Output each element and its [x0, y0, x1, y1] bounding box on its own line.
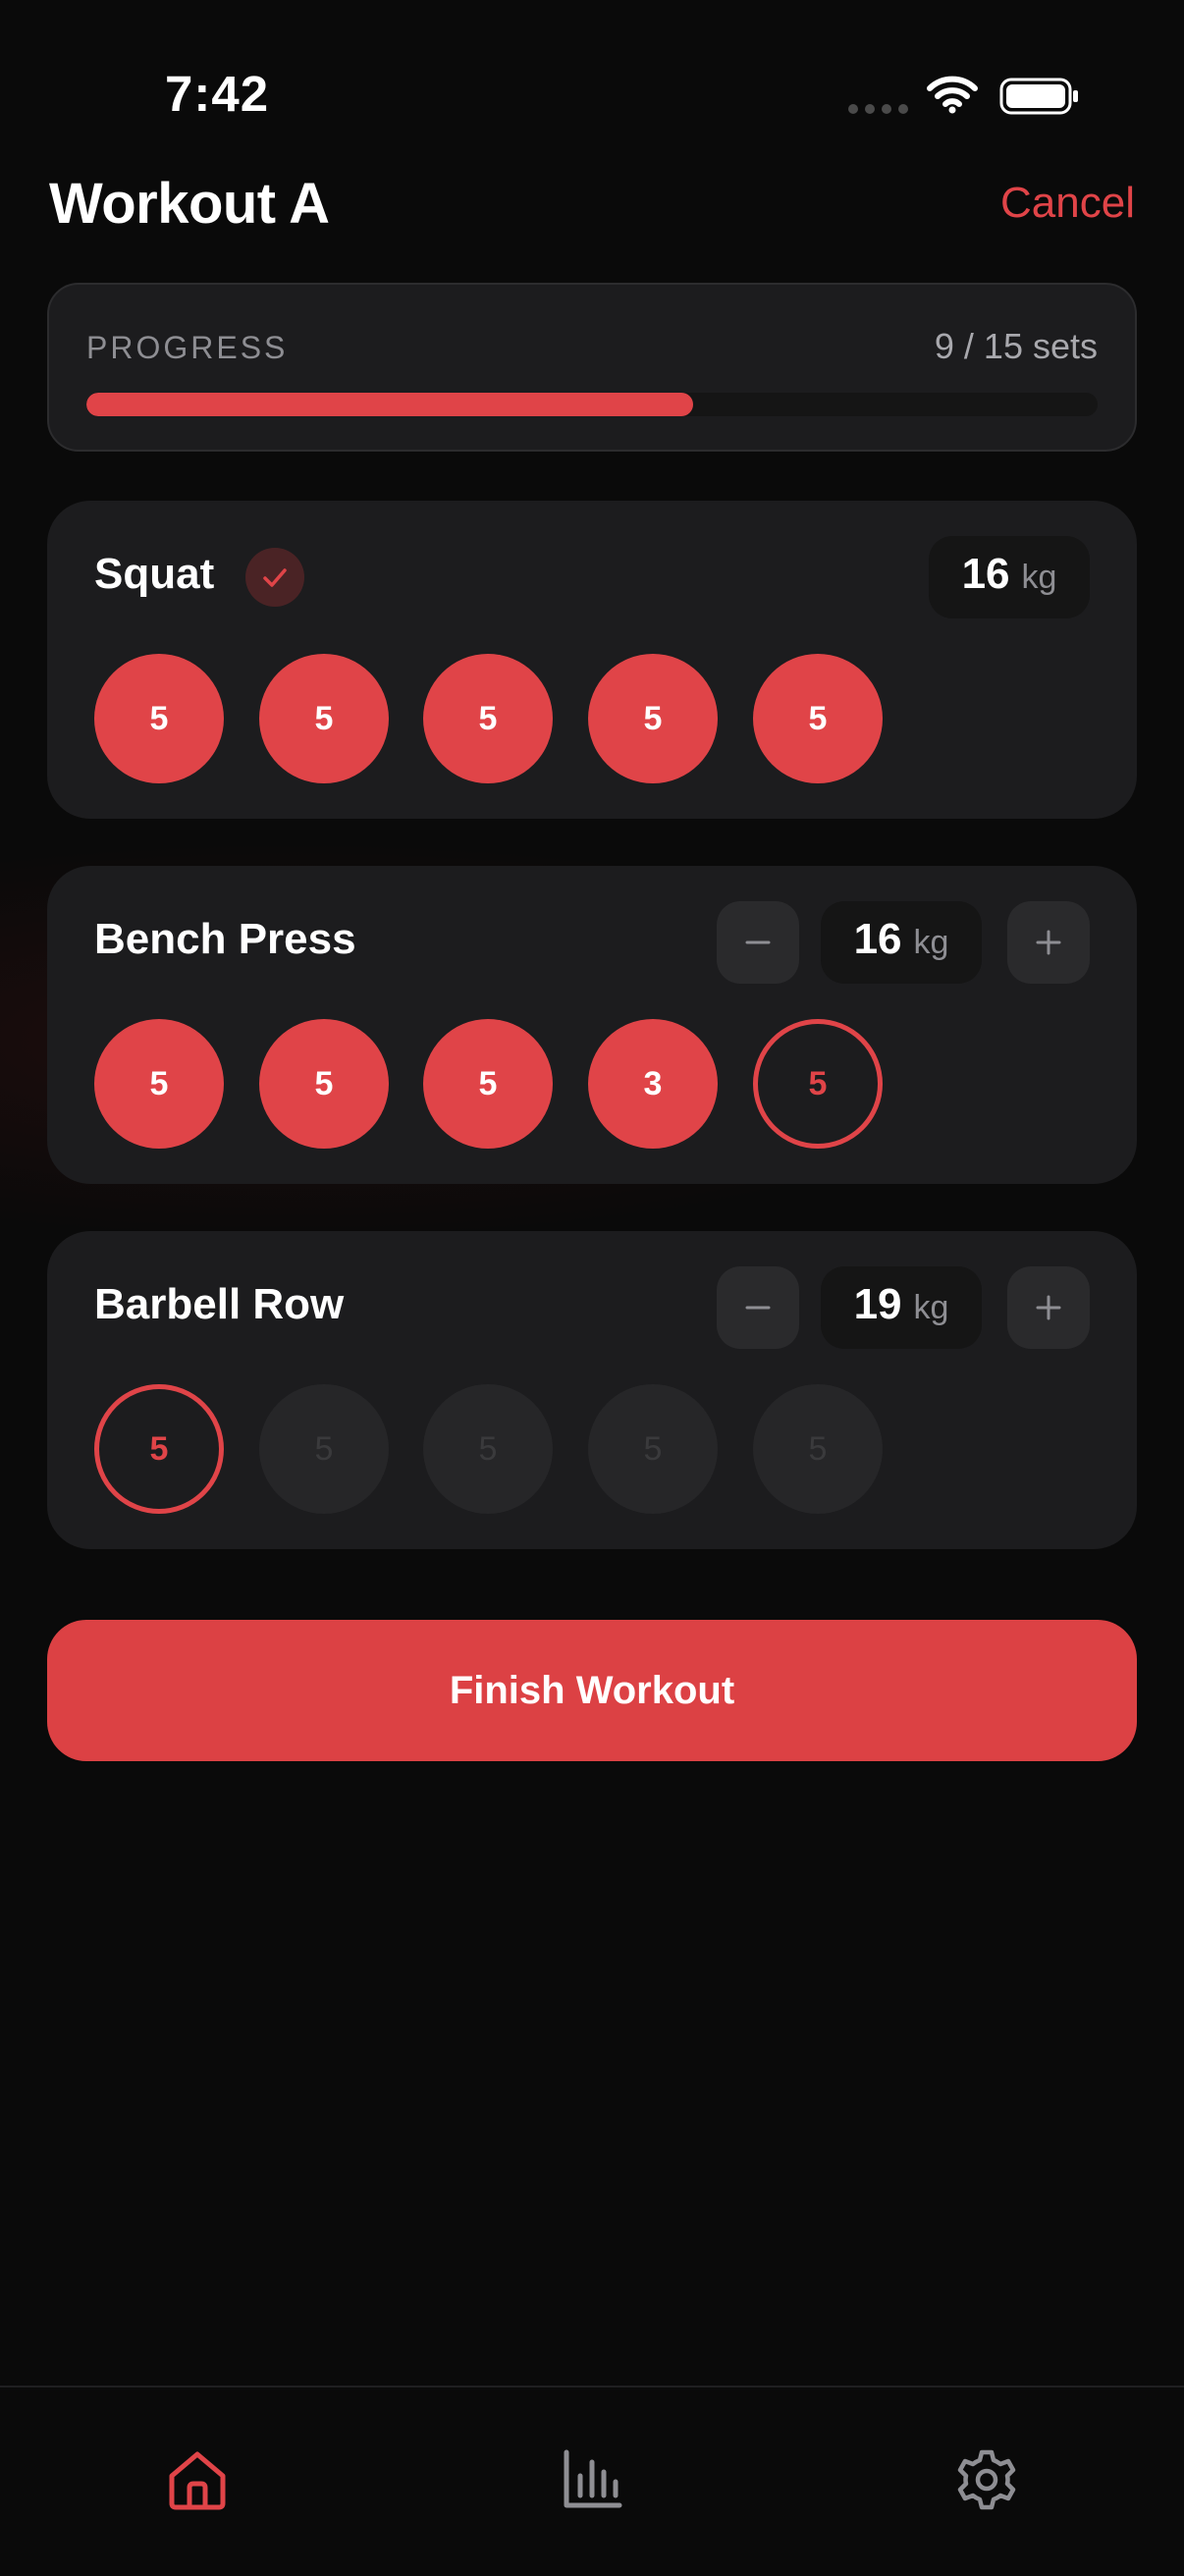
set-circle[interactable]: 5	[94, 1384, 224, 1514]
weight-unit: kg	[913, 1289, 949, 1326]
set-circle[interactable]: 5	[259, 654, 389, 783]
exercise-card-squat: Squat 16 kg 5 5 5 5 5	[47, 501, 1137, 819]
increase-weight-button[interactable]	[1007, 1266, 1090, 1349]
home-icon	[169, 2451, 226, 2510]
status-bar: 7:42	[0, 0, 1184, 167]
status-time: 7:42	[165, 66, 270, 122]
progress-label: PROGRESS	[86, 330, 289, 365]
set-circle[interactable]: 5	[753, 1384, 883, 1514]
wifi-icon	[927, 76, 978, 114]
increase-weight-button[interactable]	[1007, 901, 1090, 984]
set-circle[interactable]: 5	[94, 1019, 224, 1149]
cancel-button[interactable]: Cancel	[1000, 179, 1135, 228]
minus-icon	[745, 940, 771, 944]
gear-icon	[957, 2449, 1016, 2510]
bar-chart-icon	[564, 2449, 622, 2508]
weight-unit: kg	[913, 924, 949, 961]
set-circle[interactable]: 5	[588, 654, 718, 783]
progress-card: PROGRESS 9 / 15 sets	[47, 283, 1137, 452]
weight-unit: kg	[1021, 559, 1057, 596]
finish-workout-button[interactable]: Finish Workout	[47, 1620, 1137, 1761]
set-circle[interactable]: 5	[423, 654, 553, 783]
progress-fill	[86, 393, 693, 416]
checkmark-icon	[263, 568, 287, 587]
progress-track	[86, 393, 1098, 416]
exercise-name: Bench Press	[94, 915, 356, 963]
tab-stats[interactable]	[553, 2441, 631, 2519]
set-circle[interactable]: 5	[423, 1384, 553, 1514]
exercise-card-bench-press: Bench Press 16 kg 5 5 5 3 5	[47, 866, 1137, 1184]
exercise-name: Barbell Row	[94, 1280, 345, 1328]
exercise-card-barbell-row: Barbell Row 19 kg 5 5 5 5 5	[47, 1231, 1137, 1549]
weight-value: 16	[961, 550, 1010, 598]
tab-bar	[0, 2386, 1184, 2576]
weight-value: 16	[853, 915, 902, 963]
decrease-weight-button[interactable]	[717, 1266, 799, 1349]
progress-count: 9 / 15 sets	[934, 326, 1098, 366]
battery-icon	[999, 78, 1078, 115]
set-circle[interactable]: 5	[423, 1019, 553, 1149]
weight-display[interactable]: 16 kg	[929, 536, 1090, 618]
set-circle[interactable]: 5	[588, 1384, 718, 1514]
weight-display[interactable]: 19 kg	[821, 1266, 982, 1349]
set-circle[interactable]: 3	[588, 1019, 718, 1149]
set-circle[interactable]: 5	[259, 1019, 389, 1149]
tab-home[interactable]	[158, 2441, 237, 2519]
decrease-weight-button[interactable]	[717, 901, 799, 984]
plus-icon	[1036, 1295, 1061, 1320]
set-circle[interactable]: 5	[753, 654, 883, 783]
cellular-signal-icon	[848, 104, 908, 114]
page-title: Workout A	[49, 172, 330, 236]
minus-icon	[745, 1306, 771, 1310]
completed-badge	[245, 548, 304, 607]
set-circle[interactable]: 5	[259, 1384, 389, 1514]
exercise-name: Squat	[94, 550, 215, 598]
weight-value: 19	[853, 1280, 902, 1328]
set-circle[interactable]: 5	[753, 1019, 883, 1149]
plus-icon	[1036, 930, 1061, 955]
weight-display[interactable]: 16 kg	[821, 901, 982, 984]
set-circle[interactable]: 5	[94, 654, 224, 783]
tab-settings[interactable]	[947, 2441, 1026, 2519]
